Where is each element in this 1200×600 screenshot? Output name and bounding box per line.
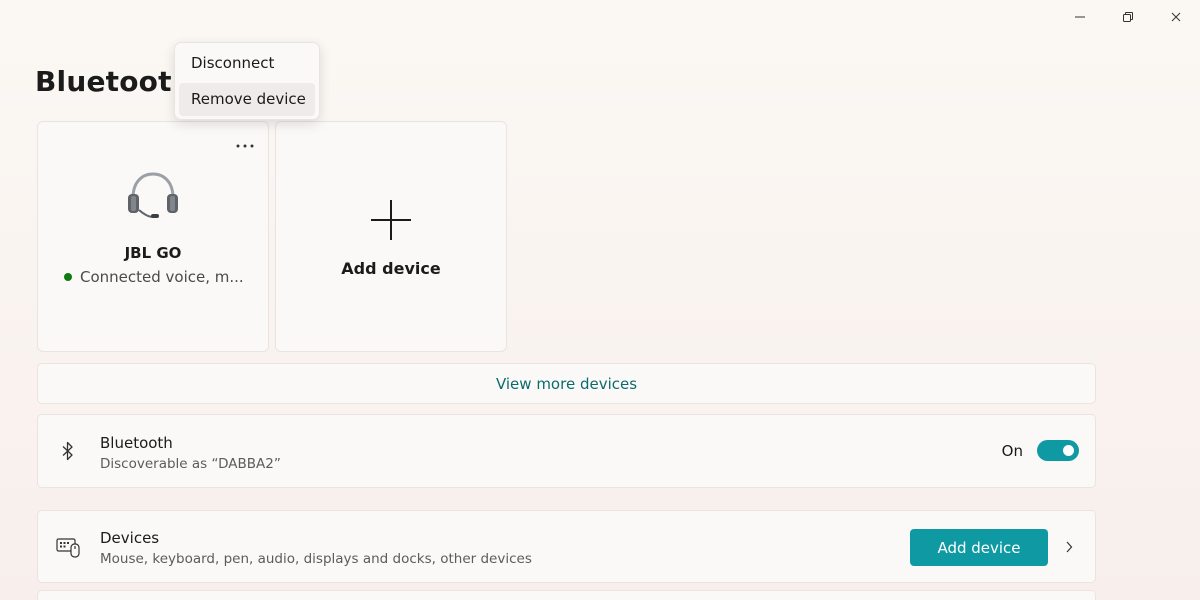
window-caption-buttons: [1056, 0, 1200, 34]
minimize-button[interactable]: [1056, 0, 1104, 34]
close-button[interactable]: [1152, 0, 1200, 34]
minimize-icon: [1075, 16, 1085, 18]
bluetooth-icon: [56, 439, 80, 463]
chevron-right-icon: [1064, 539, 1074, 559]
menu-item-disconnect[interactable]: Disconnect: [179, 47, 315, 80]
add-device-button[interactable]: Add device: [910, 529, 1048, 566]
add-device-tile[interactable]: Add device: [275, 121, 507, 352]
connected-status-dot: [64, 273, 72, 281]
device-name: JBL GO: [124, 244, 182, 262]
restore-button[interactable]: [1104, 0, 1152, 34]
more-options-button[interactable]: [232, 136, 258, 156]
bluetooth-subtitle: Discoverable as “DABBA2”: [100, 456, 281, 472]
device-status: Connected voice, m...: [64, 268, 244, 286]
devices-title: Devices: [100, 529, 160, 547]
bluetooth-toggle[interactable]: [1037, 440, 1079, 461]
devices-keyboard-icon: [56, 535, 80, 559]
bluetooth-toggle-label: On: [1001, 441, 1023, 460]
bluetooth-title: Bluetooth: [100, 434, 173, 452]
plus-icon: [370, 199, 412, 245]
device-status-text: Connected voice, m...: [80, 268, 244, 286]
bluetooth-toggle-group: On: [1002, 440, 1079, 461]
add-device-label: Add device: [341, 259, 441, 278]
bluetooth-setting-row: Bluetooth Discoverable as “DABBA2” On: [37, 414, 1096, 488]
device-tile-jbl-go[interactable]: JBL GO Connected voice, m...: [37, 121, 269, 352]
device-context-menu: Disconnect Remove device: [174, 42, 320, 120]
toggle-knob: [1063, 445, 1074, 456]
restore-icon: [1123, 12, 1133, 22]
view-more-devices-button[interactable]: View more devices: [37, 363, 1096, 404]
view-more-devices-label: View more devices: [495, 374, 638, 393]
devices-setting-row[interactable]: Devices Mouse, keyboard, pen, audio, dis…: [37, 510, 1096, 583]
more-horizontal-icon: [236, 144, 254, 148]
devices-subtitle: Mouse, keyboard, pen, audio, displays an…: [100, 551, 532, 567]
close-icon: [1171, 12, 1181, 22]
page-title: Bluetooth: [35, 65, 192, 98]
next-setting-row[interactable]: [37, 590, 1096, 600]
headset-icon: [125, 166, 181, 226]
menu-item-remove-device[interactable]: Remove device: [179, 83, 315, 116]
